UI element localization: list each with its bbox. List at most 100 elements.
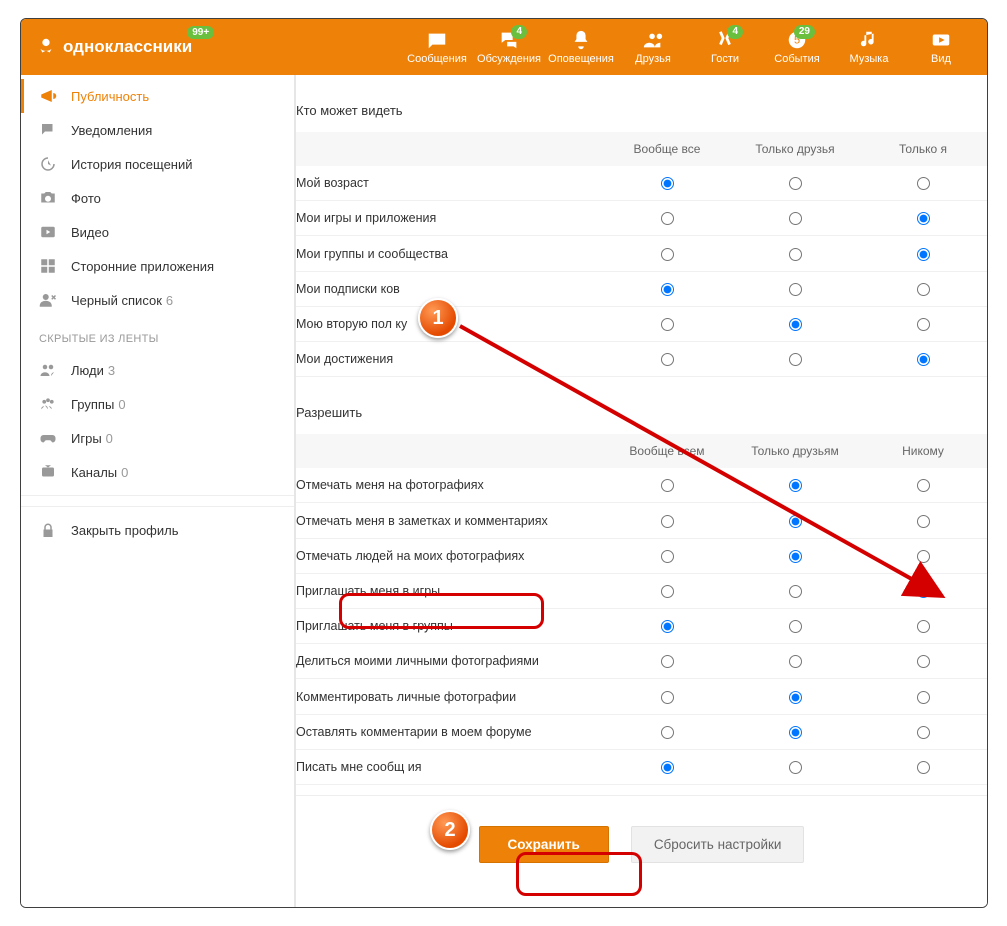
column-header: Только друзьям	[731, 434, 859, 468]
brand-text: одноклассники	[63, 37, 192, 57]
reset-button[interactable]: Сбросить настройки	[631, 826, 805, 863]
privacy-radio[interactable]	[789, 620, 802, 633]
sidebar-item-people[interactable]: Люди3	[21, 353, 294, 387]
sidebar-item-count: 0	[106, 431, 113, 446]
photo-icon	[39, 189, 57, 207]
privacy-radio[interactable]	[917, 212, 930, 225]
games-icon	[39, 429, 57, 447]
privacy-radio[interactable]	[661, 248, 674, 261]
history-icon	[39, 155, 57, 173]
privacy-radio[interactable]	[661, 761, 674, 774]
logo[interactable]: одноклассники 99+	[35, 36, 192, 58]
nav-events[interactable]: 5События29	[761, 29, 833, 65]
column-header: Никому	[859, 434, 987, 468]
sidebar-item-notifications[interactable]: Уведомления	[21, 113, 294, 147]
privacy-radio[interactable]	[789, 212, 802, 225]
sidebar-item-apps[interactable]: Сторонние приложения	[21, 249, 294, 283]
row-label: Мои подписки ков	[296, 271, 603, 306]
privacy-radio[interactable]	[789, 585, 802, 598]
sidebar-item-photo[interactable]: Фото	[21, 181, 294, 215]
privacy-radio[interactable]	[789, 655, 802, 668]
column-header: Только друзья	[731, 132, 859, 166]
privacy-radio[interactable]	[917, 655, 930, 668]
privacy-radio[interactable]	[917, 691, 930, 704]
privacy-radio[interactable]	[917, 550, 930, 563]
privacy-radio[interactable]	[789, 318, 802, 331]
privacy-radio[interactable]	[917, 479, 930, 492]
row-label: Приглашать меня в игры	[296, 573, 603, 608]
privacy-radio[interactable]	[789, 177, 802, 190]
privacy-radio[interactable]	[661, 585, 674, 598]
sidebar-item-count: 6	[166, 293, 173, 308]
sidebar-item-label: Фото	[71, 191, 101, 206]
privacy-radio[interactable]	[917, 620, 930, 633]
sidebar-item-blacklist[interactable]: Черный список6	[21, 283, 294, 317]
table-row: Мои игры и приложения	[296, 201, 987, 236]
table-row: Делиться моими личными фотографиями	[296, 644, 987, 679]
privacy-radio[interactable]	[661, 283, 674, 296]
nav-discussions[interactable]: Обсуждения4	[473, 29, 545, 65]
sidebar-lock-label: Закрыть профиль	[71, 523, 179, 538]
privacy-radio[interactable]	[789, 550, 802, 563]
privacy-radio[interactable]	[661, 726, 674, 739]
sidebar-item-groups[interactable]: Группы 0	[21, 387, 294, 421]
row-label: Отмечать меня на фотографиях	[296, 468, 603, 503]
video-icon	[39, 223, 57, 241]
privacy-radio[interactable]	[789, 353, 802, 366]
sidebar-item-history[interactable]: История посещений	[21, 147, 294, 181]
sidebar-item-games[interactable]: Игры0	[21, 421, 294, 455]
nav-music[interactable]: Музыка	[833, 29, 905, 65]
privacy-radio[interactable]	[917, 177, 930, 190]
privacy-radio[interactable]	[789, 283, 802, 296]
sidebar-item-label: Люди	[71, 363, 104, 378]
nav-video[interactable]: Вид	[905, 29, 977, 65]
privacy-radio[interactable]	[661, 177, 674, 190]
nav-messages[interactable]: Сообщения	[401, 29, 473, 65]
privacy-radio[interactable]	[917, 515, 930, 528]
nav-guests[interactable]: Гости4	[689, 29, 761, 65]
privacy-radio[interactable]	[789, 248, 802, 261]
table-row: Оставлять комментарии в моем форуме	[296, 714, 987, 749]
privacy-radio[interactable]	[917, 585, 930, 598]
sidebar-item-channels[interactable]: Каналы0	[21, 455, 294, 489]
sidebar-item-video[interactable]: Видео	[21, 215, 294, 249]
privacy-radio[interactable]	[789, 726, 802, 739]
sidebar-item-publicity[interactable]: Публичность	[21, 79, 294, 113]
privacy-radio[interactable]	[917, 283, 930, 296]
notifications-icon	[570, 29, 592, 51]
privacy-radio[interactable]	[917, 761, 930, 774]
sidebar-lock-profile[interactable]: Закрыть профиль	[21, 506, 294, 540]
privacy-radio[interactable]	[789, 479, 802, 492]
privacy-radio[interactable]	[661, 691, 674, 704]
save-button[interactable]: Сохранить	[479, 826, 609, 863]
privacy-radio[interactable]	[789, 691, 802, 704]
nav-notifications[interactable]: Оповещения	[545, 29, 617, 65]
privacy-radio[interactable]	[661, 318, 674, 331]
nav-friends[interactable]: Друзья	[617, 29, 689, 65]
privacy-radio[interactable]	[661, 353, 674, 366]
table-row: Мои достижения	[296, 342, 987, 377]
column-header: Вообще все	[603, 132, 731, 166]
privacy-radio[interactable]	[661, 550, 674, 563]
privacy-radio[interactable]	[661, 212, 674, 225]
privacy-radio[interactable]	[917, 318, 930, 331]
privacy-radio[interactable]	[789, 761, 802, 774]
row-label: Мой возраст	[296, 166, 603, 201]
table-row: Отмечать людей на моих фотографиях	[296, 538, 987, 573]
privacy-radio[interactable]	[917, 248, 930, 261]
privacy-radio[interactable]	[661, 479, 674, 492]
sidebar-item-label: Группы	[71, 397, 114, 412]
groups-icon	[39, 395, 57, 413]
sidebar-item-count: 0	[118, 397, 125, 412]
privacy-radio[interactable]	[789, 515, 802, 528]
privacy-radio[interactable]	[917, 726, 930, 739]
privacy-radio[interactable]	[661, 655, 674, 668]
row-label: Комментировать личные фотографии	[296, 679, 603, 714]
privacy-radio[interactable]	[661, 515, 674, 528]
nav-label: Обсуждения	[477, 53, 541, 65]
row-label: Отмечать меня в заметках и комментариях	[296, 503, 603, 538]
privacy-radio[interactable]	[661, 620, 674, 633]
privacy-radio[interactable]	[917, 353, 930, 366]
table-row: Мои подписки ков	[296, 271, 987, 306]
main-content: Кто может видеть Вообще всеТолько друзья…	[295, 75, 987, 907]
